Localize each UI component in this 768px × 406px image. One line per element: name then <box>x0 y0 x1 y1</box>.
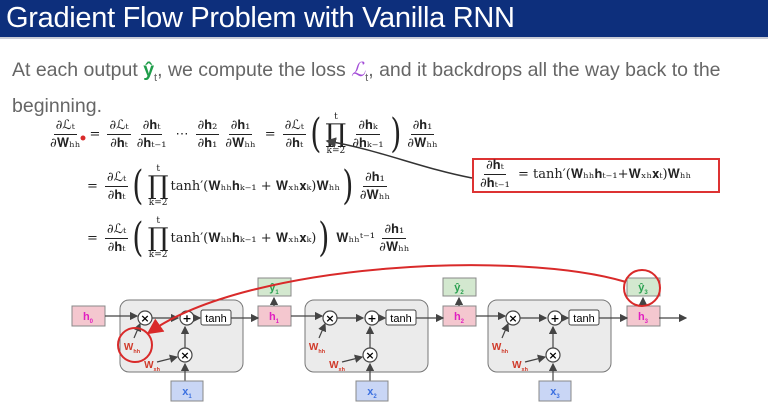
wxh-label-sub: xh <box>154 367 161 373</box>
tanh-label: tanh <box>390 313 411 325</box>
multiply-node-symbol: × <box>548 349 557 362</box>
rnn-diagram: h0 h1 h2 h3ŷ1 ŷ2 ŷ3× +×tanhWhhWxhx1× +×tanhWhhW… <box>71 135 688 402</box>
multiply-node-symbol: × <box>180 349 189 362</box>
equation-pointer-arrow <box>325 137 473 179</box>
pointer-dot <box>80 135 86 141</box>
whh-label-sub: hh <box>501 349 508 355</box>
add-node-symbol: + <box>550 312 559 325</box>
tanh-label: tanh <box>573 313 594 325</box>
multiply-node-symbol: × <box>140 312 149 325</box>
wxh-label-sub: xh <box>522 367 529 373</box>
multiply-node-symbol: × <box>365 349 374 362</box>
add-node-symbol: + <box>367 312 376 325</box>
whh-label-sub: hh <box>318 349 325 355</box>
whh-label-sub: hh <box>133 349 140 355</box>
multiply-node-symbol: × <box>508 312 517 325</box>
multiply-node-symbol: × <box>325 312 334 325</box>
tanh-label: tanh <box>205 313 226 325</box>
wxh-label-sub: xh <box>339 367 346 373</box>
